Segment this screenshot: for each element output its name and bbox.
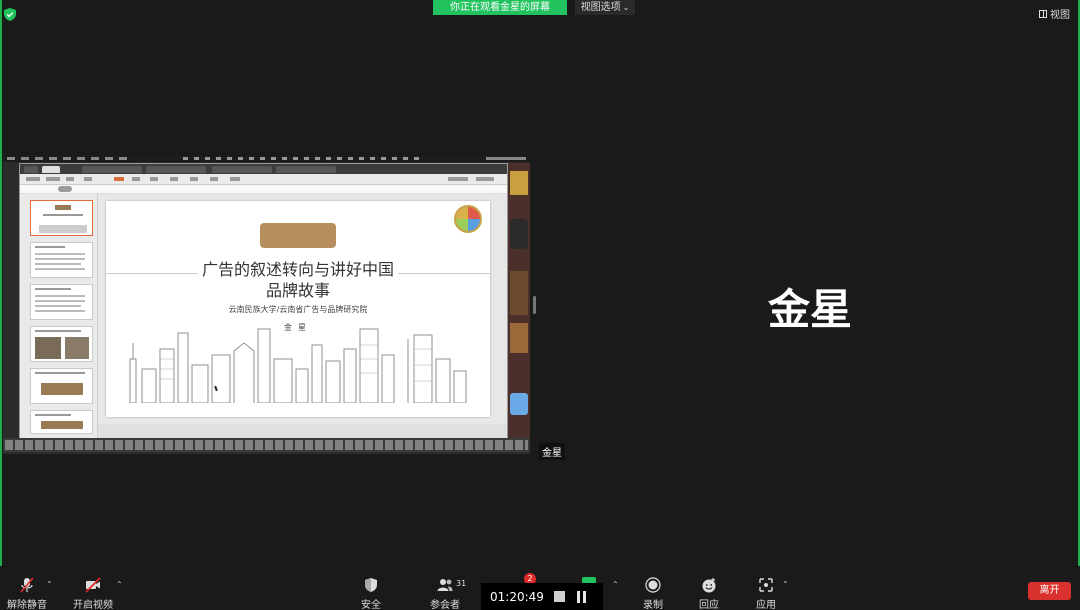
reactions-label: 回应: [699, 600, 719, 610]
unmute-label: 解除静音: [7, 600, 47, 610]
slide-thumb: [30, 200, 93, 236]
reactions-button[interactable]: 回应: [694, 566, 724, 610]
apps-options-caret-icon[interactable]: ⌃: [782, 580, 789, 589]
browser-tabs: [20, 164, 507, 174]
stop-recording-icon[interactable]: [554, 591, 565, 602]
share-options-caret-icon[interactable]: ⌃: [612, 580, 619, 589]
city-skyline-illustration: [129, 328, 467, 403]
participants-label: 参会者: [430, 600, 460, 610]
outline-toolbar: [20, 185, 507, 194]
slide-title-line2: 品牌故事: [265, 281, 330, 300]
slide-subtitle: 云南民族大学/云南省广告与品牌研究院: [228, 305, 368, 314]
split-handle[interactable]: [533, 296, 536, 314]
slide-thumb: [30, 326, 93, 362]
presentation-window: 广告的叙述转向与讲好中国 品牌故事 云南民族大学/云南省广告与品牌研究院 金星: [19, 163, 508, 445]
leave-button[interactable]: 离开: [1028, 582, 1071, 600]
record-label: 录制: [643, 600, 663, 610]
view-button[interactable]: 视图: [1039, 6, 1070, 21]
view-options-button[interactable]: 视图选项 ⌄: [575, 0, 635, 15]
record-icon: [645, 577, 661, 593]
slide-thumb: [30, 284, 93, 320]
slide-notes-bar: [98, 424, 507, 438]
recording-elapsed: 01:20:49: [490, 589, 544, 604]
current-slide: 广告的叙述转向与讲好中国 品牌故事 云南民族大学/云南省广告与品牌研究院 金星: [106, 201, 490, 417]
participants-icon: [437, 579, 453, 591]
ribbon: [20, 174, 507, 185]
mic-muted-icon: [20, 577, 34, 593]
video-off-icon: [85, 577, 101, 593]
view-layout-icon: [1039, 9, 1047, 18]
view-button-label: 视图: [1050, 10, 1070, 21]
slide-thumbnails: [20, 194, 98, 438]
slide-title-line1: 广告的叙述转向与讲好中国: [197, 260, 398, 279]
slide-title: 广告的叙述转向与讲好中国 品牌故事: [106, 259, 490, 301]
security-button[interactable]: 安全: [356, 566, 386, 610]
view-options-label: 视图选项: [580, 2, 621, 13]
audio-options-caret-icon[interactable]: ⌃: [46, 580, 53, 589]
desktop-background: [508, 163, 530, 445]
share-frame-left: [0, 0, 2, 610]
mac-menubar: [3, 156, 530, 162]
participants-count: 31: [456, 579, 467, 588]
shield-icon: [365, 578, 377, 592]
shared-screen[interactable]: 广告的叙述转向与讲好中国 品牌故事 云南民族大学/云南省广告与品牌研究院 金星: [3, 156, 530, 454]
apps-icon: [759, 578, 773, 592]
participants-button[interactable]: 参会者: [426, 566, 464, 610]
sharer-name-label: 金星: [539, 443, 565, 460]
slide-thumb: [30, 242, 93, 278]
viewing-banner: 你正在观看金星的屏幕: [433, 0, 567, 15]
pause-recording-icon[interactable]: [576, 590, 587, 603]
institute-logo: [454, 205, 482, 233]
security-label: 安全: [361, 600, 381, 610]
mac-dock: [3, 438, 530, 452]
slide-thumb: [30, 410, 93, 434]
video-options-caret-icon[interactable]: ⌃: [116, 580, 123, 589]
slide-thumb: [30, 368, 93, 404]
apps-button[interactable]: 应用: [751, 566, 781, 610]
slide-canvas: 广告的叙述转向与讲好中国 品牌故事 云南民族大学/云南省广告与品牌研究院 金星: [98, 194, 507, 438]
security-shield-icon[interactable]: [4, 8, 16, 21]
recording-timer: 01:20:49: [481, 583, 603, 610]
start-video-button[interactable]: 开启视频: [70, 566, 116, 610]
start-video-label: 开启视频: [73, 600, 113, 610]
reaction-smiley-icon: [702, 578, 716, 593]
participant-name: 金星: [767, 285, 852, 334]
record-button[interactable]: 录制: [638, 566, 668, 610]
apps-label: 应用: [756, 600, 776, 610]
chevron-down-icon: ⌄: [622, 3, 630, 12]
title-decoration: [260, 223, 336, 248]
